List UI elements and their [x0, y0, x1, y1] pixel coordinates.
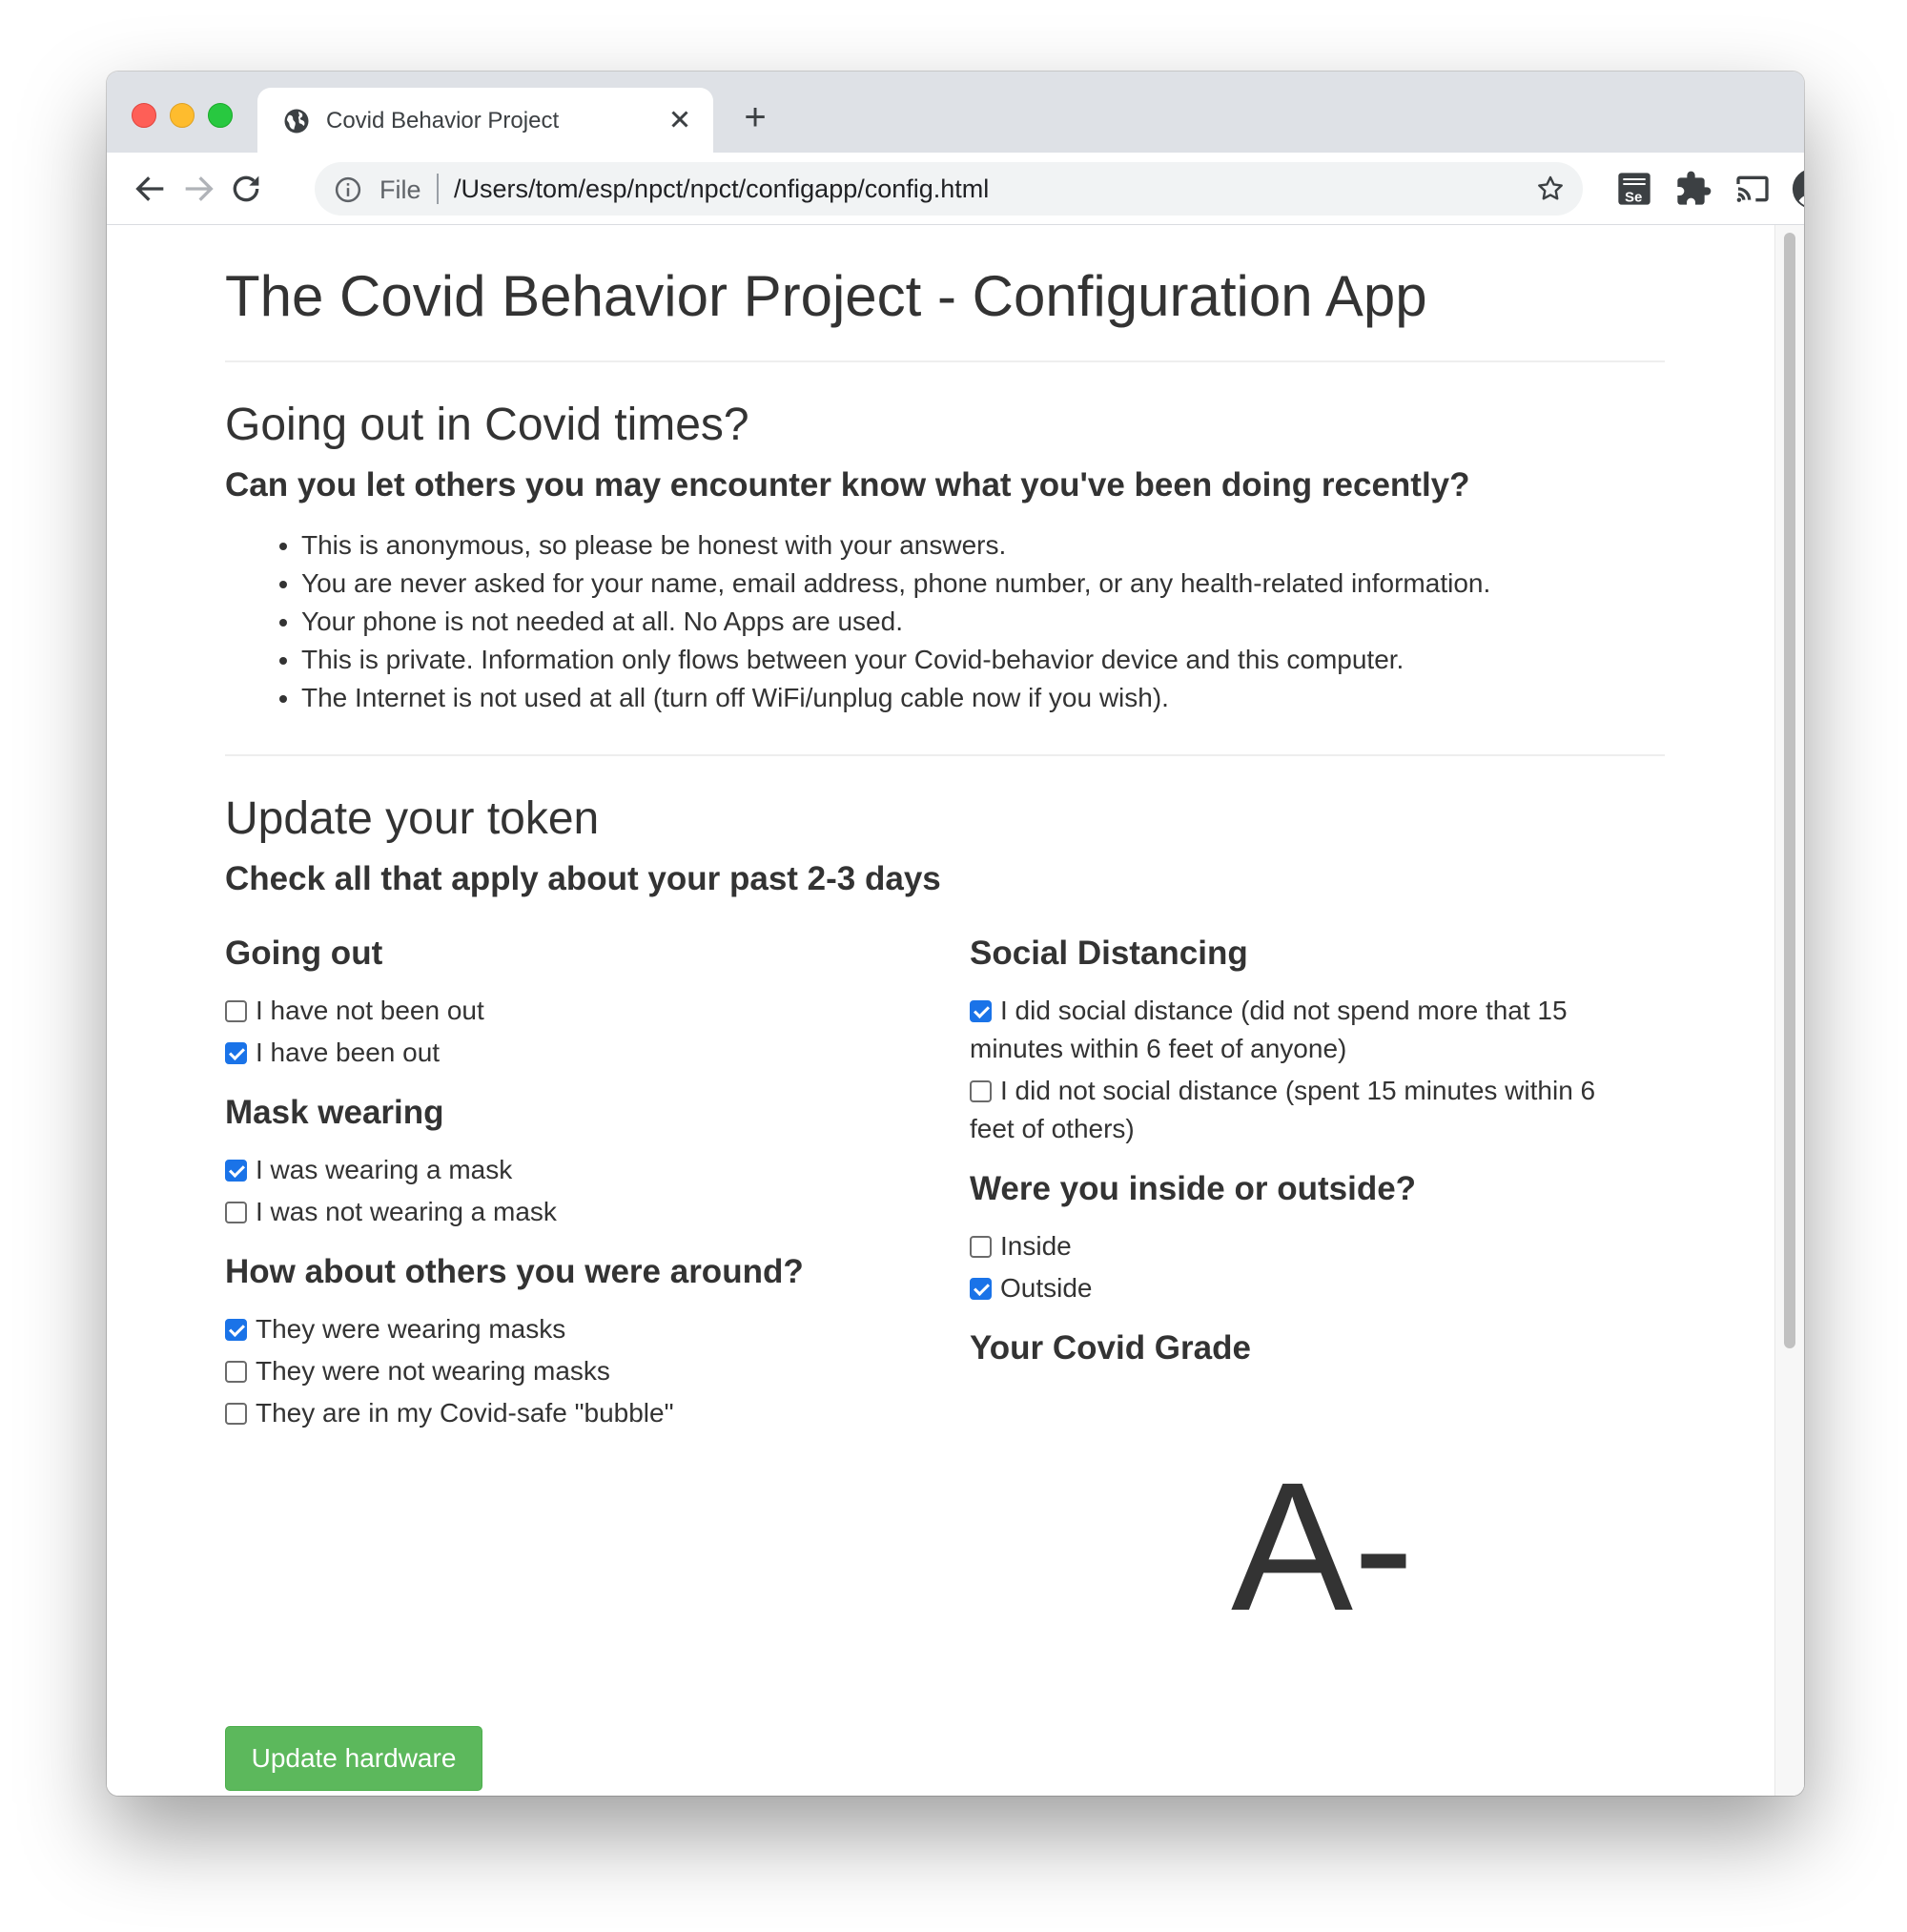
list-item: The Internet is not used at all (turn of…: [301, 679, 1490, 717]
page-viewport: The Covid Behavior Project - Configurati…: [107, 225, 1804, 1796]
star-icon[interactable]: [1535, 174, 1566, 204]
mask-option[interactable]: I was wearing a mask: [225, 1151, 512, 1189]
checkbox-not-been-out[interactable]: [225, 1000, 247, 1022]
location-option[interactable]: Outside: [970, 1269, 1093, 1307]
going-out-title: Going out: [225, 935, 383, 972]
tab-strip: Covid Behavior Project +: [107, 72, 1804, 153]
checkbox-been-out[interactable]: [225, 1042, 247, 1064]
others-title: How about others you were around?: [225, 1253, 804, 1290]
browser-window: Covid Behavior Project + File /Users/tom…: [107, 72, 1804, 1796]
checkbox-not-wearing-mask[interactable]: [225, 1202, 247, 1223]
close-window-button[interactable]: [132, 103, 156, 128]
checkbox-others-bubble[interactable]: [225, 1403, 247, 1425]
checkbox-label-line2: minutes within 6 feet of anyone): [970, 1034, 1347, 1063]
checkbox-label: I have been out: [256, 1038, 441, 1067]
checkbox-label-line1: I did not social distance (spent 15 minu…: [1000, 1076, 1596, 1105]
checkbox-label: Inside: [1000, 1231, 1072, 1261]
page-title: The Covid Behavior Project - Configurati…: [225, 264, 1427, 328]
svg-text:Se: Se: [1625, 189, 1642, 205]
close-icon: [671, 111, 688, 128]
list-item: This is private. Information only flows …: [301, 641, 1490, 679]
update-hardware-button[interactable]: Update hardware: [225, 1726, 482, 1791]
forward-arrow-icon[interactable]: [179, 170, 217, 208]
checkbox-inside[interactable]: [970, 1236, 992, 1258]
divider: [225, 754, 1665, 756]
distancing-title: Social Distancing: [970, 935, 1248, 972]
mask-title: Mask wearing: [225, 1094, 444, 1131]
tab-title: Covid Behavior Project: [326, 108, 560, 134]
going-out-option[interactable]: I have been out: [225, 1034, 440, 1072]
address-url[interactable]: /Users/tom/esp/npct/npct/configapp/confi…: [454, 175, 989, 204]
checkbox-label-line2: feet of others): [970, 1114, 1135, 1143]
address-scheme: File: [379, 175, 421, 204]
divider: [225, 360, 1665, 362]
back-arrow-icon[interactable]: [132, 170, 170, 208]
checkbox-outside[interactable]: [970, 1278, 992, 1300]
reload-icon[interactable]: [227, 170, 265, 208]
checkbox-label: I was not wearing a mask: [256, 1197, 557, 1226]
location-option[interactable]: Inside: [970, 1227, 1072, 1265]
going-out-option[interactable]: I have not been out: [225, 992, 484, 1030]
cast-icon[interactable]: [1733, 170, 1772, 208]
token-heading: Update your token: [225, 793, 600, 844]
scrollbar-thumb[interactable]: [1784, 233, 1795, 1348]
address-bar[interactable]: File /Users/tom/esp/npct/npct/configapp/…: [315, 162, 1583, 216]
checkbox-wearing-mask[interactable]: [225, 1160, 247, 1182]
location-title: Were you inside or outside?: [970, 1170, 1417, 1207]
new-tab-button[interactable]: +: [736, 98, 774, 136]
maximize-window-button[interactable]: [208, 103, 233, 128]
info-icon[interactable]: [334, 175, 362, 204]
tab-active[interactable]: Covid Behavior Project: [257, 88, 713, 153]
intro-subheading: Can you let others you may encounter kno…: [225, 466, 1470, 504]
checkbox-others-masked[interactable]: [225, 1319, 247, 1341]
grade-title: Your Covid Grade: [970, 1329, 1251, 1367]
checkbox-did-not-distance[interactable]: [970, 1080, 992, 1102]
checkbox-label: They are in my Covid-safe "bubble": [256, 1398, 674, 1428]
mask-option[interactable]: I was not wearing a mask: [225, 1193, 557, 1231]
minimize-window-button[interactable]: [170, 103, 195, 128]
intro-list: This is anonymous, so please be honest w…: [225, 526, 1490, 717]
checkbox-label: They were wearing masks: [256, 1314, 566, 1344]
list-item: This is anonymous, so please be honest w…: [301, 526, 1490, 565]
checkbox-label-line1: I did social distance (did not spend mor…: [1000, 996, 1568, 1025]
puzzle-icon[interactable]: [1674, 170, 1712, 208]
intro-heading: Going out in Covid times?: [225, 400, 749, 450]
globe-icon: [284, 109, 309, 134]
checkbox-label: I was wearing a mask: [256, 1155, 513, 1184]
token-subheading: Check all that apply about your past 2-3…: [225, 860, 941, 897]
covid-grade: A-: [1231, 1444, 1414, 1649]
tab-close-icon[interactable]: [666, 105, 694, 134]
list-item: Your phone is not needed at all. No Apps…: [301, 603, 1490, 641]
checkbox-label: Outside: [1000, 1273, 1093, 1303]
distancing-option[interactable]: I did social distance (did not spend mor…: [970, 992, 1637, 1068]
checkbox-label: They were not wearing masks: [256, 1356, 610, 1386]
checkbox-did-distance[interactable]: [970, 1000, 992, 1022]
vertical-scrollbar[interactable]: [1774, 225, 1804, 1796]
others-option[interactable]: They are in my Covid-safe "bubble": [225, 1394, 674, 1432]
checkbox-others-unmasked[interactable]: [225, 1361, 247, 1383]
browser-toolbar: File /Users/tom/esp/npct/npct/configapp/…: [107, 153, 1804, 225]
list-item: You are never asked for your name, email…: [301, 565, 1490, 603]
distancing-option[interactable]: I did not social distance (spent 15 minu…: [970, 1072, 1637, 1148]
selenium-extension-icon[interactable]: Se: [1615, 170, 1653, 208]
profile-icon[interactable]: [1791, 167, 1804, 211]
others-option[interactable]: They were not wearing masks: [225, 1352, 610, 1390]
address-separator: [437, 174, 439, 204]
checkbox-label: I have not been out: [256, 996, 484, 1025]
others-option[interactable]: They were wearing masks: [225, 1310, 565, 1348]
